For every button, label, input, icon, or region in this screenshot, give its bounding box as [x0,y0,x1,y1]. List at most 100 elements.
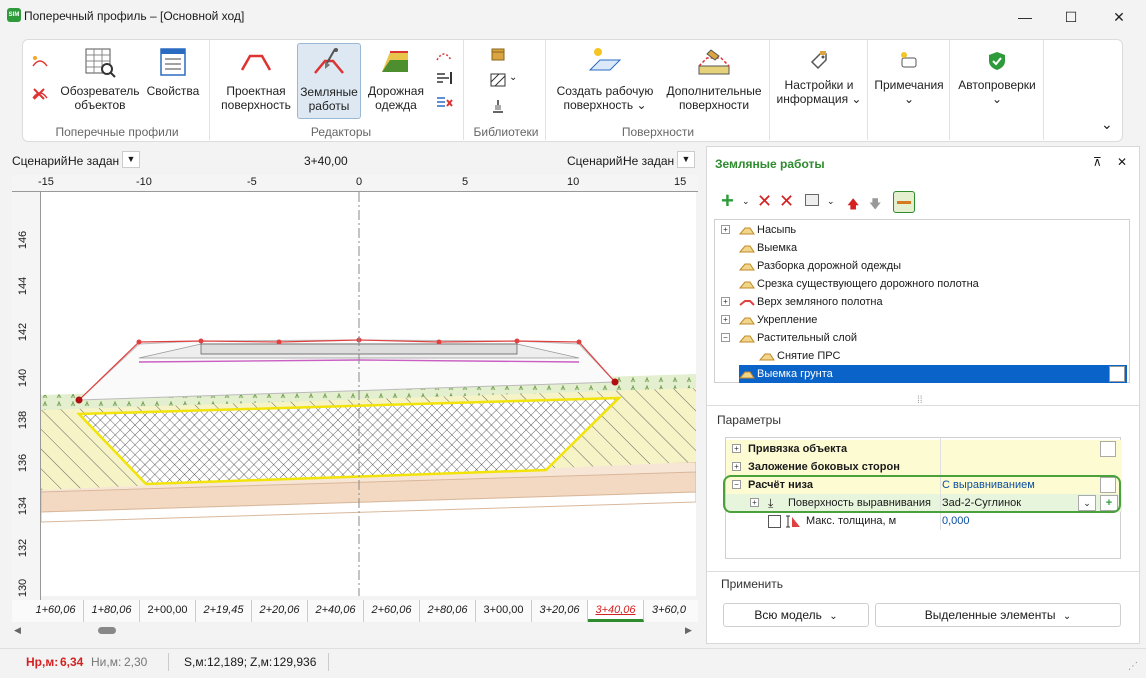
tree-item-selected[interactable]: Выемка грунта [739,365,1127,383]
additional-surfaces-button[interactable]: Дополнительные поверхности [659,46,769,112]
station-tab[interactable]: 2+00,00 [140,600,196,622]
tree-item[interactable]: + Верх земляного полотна [715,293,1123,311]
arc-tool-icon[interactable] [435,48,453,64]
tree-item-label: Выемка [757,242,798,254]
station-tab[interactable]: 3+60,0 [644,600,694,622]
edit-object-icon[interactable] [1109,366,1125,382]
chevron-down-icon: ⌄ [829,611,838,622]
earthworks-label: Земляные работы [300,85,358,113]
prop-expander[interactable]: + [732,444,741,453]
tree-expander[interactable]: + [721,225,730,234]
tree-item[interactable]: Разборка дорожной одежды [715,257,1123,275]
earthworks-button[interactable]: Земляные работы [297,43,361,119]
shovel-icon [314,48,344,74]
ribbon-collapse-button[interactable]: ⌄ [1101,116,1113,133]
tree-expander[interactable]: + [721,315,730,324]
highlight-frame [723,475,1121,513]
settings-info-button[interactable]: Настройки и информация ⌄ [773,50,865,106]
filter-toggle-button[interactable] [893,191,915,213]
scroll-thumb[interactable] [98,627,116,634]
prop-expander[interactable]: + [732,462,741,471]
autochecks-button[interactable]: Автопроверки ⌄ [953,50,1041,106]
apply-all-button[interactable]: Всю модель ⌄ [723,603,869,627]
align-tool-icon[interactable] [435,70,453,86]
move-up-icon[interactable]: 🡅 [847,195,859,216]
maximize-button[interactable]: ☐ [1062,8,1080,26]
add-icon[interactable]: + [721,190,734,212]
add-point-icon[interactable] [31,54,49,70]
notes-button[interactable]: Примечания ⌄ [871,50,947,106]
prop-row-max-thickness[interactable]: Макс. толщина, м 0,000 [726,512,1122,530]
apply-selected-button[interactable]: Выделенные элементы ⌄ [875,603,1121,627]
panel-title: Земляные работы [715,157,825,171]
hatch-dropdown-icon[interactable]: ⌄ [509,72,517,83]
resize-grip-icon[interactable]: ⋰ [1128,661,1138,672]
station-tab[interactable]: 3+20,06 [532,600,588,622]
tree-item[interactable]: + Насыпь [715,221,1123,239]
tree-item[interactable]: Срезка существующего дорожного полотна [715,275,1123,293]
pavement-button[interactable]: Дорожная одежда [363,46,429,112]
station-tab-active[interactable]: 3+40,06 [588,600,644,622]
edit-prop-icon[interactable] [1100,441,1116,457]
scenario-right-dropdown[interactable]: ▼ [677,151,695,168]
panel-pin-button[interactable]: ⊼ [1093,155,1102,169]
tree-item[interactable]: + Укрепление [715,311,1123,329]
tree-item[interactable]: Выемка [715,239,1123,257]
station-tab[interactable]: 2+19,45 [196,600,252,622]
tree-item-label: Разборка дорожной одежды [757,260,902,272]
add-dropdown-icon[interactable]: ⌄ [742,196,750,207]
thickness-icon [786,515,800,528]
hatch-library-icon[interactable] [489,72,507,88]
delete-icon[interactable]: ✕ [757,191,772,211]
copy-dropdown-icon[interactable]: ⌄ [827,196,835,207]
tree-expander[interactable]: − [721,333,730,342]
properties-label: Свойства [146,84,200,98]
settings-tag-icon [810,51,827,70]
station-tab[interactable]: 3+00,00 [476,600,532,622]
copy-icon[interactable] [805,194,819,206]
close-button[interactable]: ✕ [1110,8,1128,26]
delete-all-icon[interactable]: ✕ [779,191,794,211]
cross-section-canvas[interactable] [41,192,696,596]
tree-item[interactable]: Снятие ПРС [715,347,1123,365]
horizontal-scrollbar[interactable]: ◀ ▶ [12,622,698,638]
library-box-icon[interactable] [489,46,507,62]
apply-all-label: Всю модель [754,608,822,622]
prop-row-slopes[interactable]: + Заложение боковых сторон [726,458,1122,476]
properties-button[interactable]: Свойства [145,46,201,98]
z-label: Z,м: [250,655,273,669]
marker-library-icon[interactable] [489,98,507,114]
move-down-icon[interactable]: 🡇 [869,195,881,216]
station-tab[interactable]: 2+80,06 [420,600,476,622]
x-tick: 10 [567,176,580,188]
max-thickness-checkbox[interactable] [768,515,781,528]
station-center-label: 3+40,00 [304,154,348,168]
cross-section-drawing[interactable] [41,192,696,596]
design-surface-button[interactable]: Проектная поверхность [217,46,295,112]
minimize-button[interactable]: — [1016,8,1034,26]
browser-button[interactable]: Обозреватель объектов [59,46,141,112]
subgrade-icon [739,300,755,306]
panel-close-button[interactable]: ✕ [1117,155,1127,169]
tree-item[interactable]: − Растительный слой [715,329,1123,347]
create-work-surface-label: Создать рабочую поверхность ⌄ [556,84,654,112]
layer-icon [739,227,755,235]
prop-row-binding[interactable]: + Привязка объекта [726,440,1122,458]
tree-expander[interactable]: + [721,297,730,306]
station-tab[interactable]: 2+20,06 [252,600,308,622]
scroll-left-icon[interactable]: ◀ [14,625,21,636]
scroll-right-icon[interactable]: ▶ [685,625,692,636]
tree-item-label: Снятие ПРС [777,350,841,362]
station-tab[interactable]: 2+60,06 [364,600,420,622]
prop-value[interactable]: 0,000 [942,512,970,530]
params-title: Параметры [717,413,781,427]
scenario-left-dropdown[interactable]: ▼ [122,151,140,168]
create-work-surface-button[interactable]: Создать рабочую поверхность ⌄ [551,46,659,112]
layer-icon [739,335,755,343]
scenario-left-label: Сценарий: [12,154,71,168]
delete-layers-icon[interactable] [435,94,453,110]
station-tab[interactable]: 1+60,06 [28,600,84,622]
station-tab[interactable]: 1+80,06 [84,600,140,622]
station-tab[interactable]: 2+40,06 [308,600,364,622]
delete-point-icon[interactable] [31,86,49,102]
